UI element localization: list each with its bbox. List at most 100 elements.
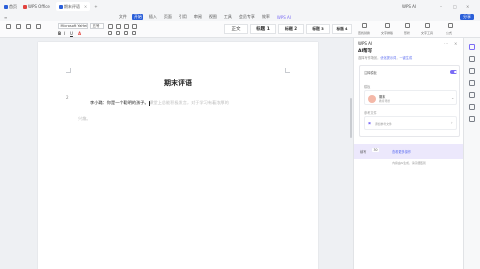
panel-header: WPS AI bbox=[358, 41, 373, 46]
font-name-select[interactable]: Microsoft YaHei bbox=[58, 23, 88, 29]
document-area[interactable]: 期末评语 2 李小璐：你是一个聪明的孩子。课堂上总能积极发言，对于学习有着浓厚的… bbox=[0, 38, 353, 269]
shape-icon[interactable] bbox=[405, 23, 410, 28]
doc-icon bbox=[58, 4, 63, 9]
optimize-prompt-link[interactable]: 优化提示词 bbox=[380, 56, 396, 60]
menu-page[interactable]: 页面 bbox=[162, 14, 173, 20]
wps-ai-icon[interactable] bbox=[469, 44, 475, 50]
menu-wps-ai[interactable]: WPS AI bbox=[275, 14, 292, 20]
maximize-icon[interactable]: □ bbox=[453, 4, 457, 9]
align-left-icon[interactable] bbox=[108, 31, 112, 35]
home-button[interactable]: 首页 bbox=[4, 4, 17, 10]
chevron-down-icon[interactable]: ⌄ bbox=[451, 95, 454, 100]
style-heading-4[interactable]: 标题 4 bbox=[332, 24, 352, 34]
hamburger-icon[interactable]: ≡ bbox=[4, 15, 7, 20]
document-page[interactable]: 期末评语 2 李小璐：你是一个聪明的孩子。课堂上总能积极发言，对于学习有着浓厚的… bbox=[38, 42, 318, 269]
word-count-select[interactable]: 30 bbox=[372, 148, 380, 152]
document-paragraph[interactable]: 李小璐：你是一个聪明的孩子。课堂上总能积极发言，对于学习有着浓厚的 兴趣。 bbox=[78, 95, 290, 127]
more-actions-link[interactable]: 查看更多操作 bbox=[392, 149, 411, 154]
generate-link[interactable]: 一键生成 bbox=[399, 56, 412, 60]
close-window-icon[interactable]: × bbox=[466, 4, 469, 9]
written-text: 李小璐：你是一个聪明的孩子。 bbox=[90, 100, 149, 105]
align-right-icon[interactable] bbox=[124, 31, 128, 35]
formula-label[interactable]: 公式 bbox=[446, 31, 452, 35]
menu-member[interactable]: 会员专享 bbox=[237, 14, 256, 20]
tab-label: 期末评语 bbox=[63, 3, 80, 9]
menu-efficiency[interactable]: 效率 bbox=[260, 14, 271, 20]
ai-disclaimer: 内容由AI生成，请仔细甄别 bbox=[392, 161, 426, 165]
more-icon[interactable]: ⋯ bbox=[444, 41, 448, 46]
template-selector[interactable]: 期末 教育场景 ⌄ bbox=[364, 90, 457, 105]
panel-close-icon[interactable]: × bbox=[454, 41, 457, 46]
minimize-icon[interactable]: – bbox=[440, 4, 442, 9]
menu-reference[interactable]: 引用 bbox=[177, 14, 188, 20]
cut-icon[interactable] bbox=[26, 24, 31, 29]
share-sidebar-icon[interactable] bbox=[469, 104, 475, 110]
formula-icon[interactable] bbox=[448, 23, 453, 28]
right-sidebar bbox=[463, 38, 480, 269]
text-layout-label[interactable]: 文字排版 bbox=[381, 31, 393, 35]
shape-label[interactable]: 形状 bbox=[404, 31, 410, 35]
comment-icon[interactable] bbox=[469, 92, 475, 98]
menu-tools[interactable]: 工具 bbox=[222, 14, 233, 20]
find-replace-label[interactable]: 查找替换 bbox=[358, 31, 370, 35]
home-label: 首页 bbox=[9, 3, 17, 9]
menu-insert[interactable]: 插入 bbox=[147, 14, 158, 20]
menu-view[interactable]: 视图 bbox=[207, 14, 218, 20]
layout-icon[interactable] bbox=[469, 80, 475, 86]
template-toggle-label: 注释模板 bbox=[364, 71, 377, 75]
avatar bbox=[368, 94, 376, 103]
ai-form-card: 注释模板 模板 期末 教育场景 ⌄ 参考文件 ▣ 添加参考文件 › bbox=[359, 65, 460, 137]
bold-button[interactable]: B bbox=[58, 31, 61, 36]
menu-review[interactable]: 审阅 bbox=[192, 14, 203, 20]
scrollbar-thumb[interactable] bbox=[350, 98, 352, 138]
ai-suggestion-text: 课堂上总能积极发言，对于学习有着浓厚的 bbox=[149, 100, 229, 105]
style-icon[interactable] bbox=[469, 68, 475, 74]
menu-bar: ≡ 文件 开始 插入 页面 引用 审阅 视图 工具 会员专享 效率 WPS AI… bbox=[0, 13, 480, 21]
italic-button[interactable]: I bbox=[64, 31, 65, 36]
share-button[interactable]: 分享 bbox=[460, 14, 474, 20]
outdent-icon[interactable] bbox=[132, 24, 137, 29]
close-icon[interactable]: × bbox=[84, 4, 87, 9]
font-size-select[interactable]: 五号 bbox=[90, 23, 104, 29]
menu-file[interactable]: 文件 bbox=[117, 14, 128, 20]
bullet-list-icon[interactable] bbox=[108, 24, 113, 29]
template-toggle[interactable] bbox=[450, 70, 457, 74]
align-center-icon[interactable] bbox=[116, 31, 120, 35]
find-replace-icon[interactable] bbox=[362, 23, 367, 28]
menu-home[interactable]: 开始 bbox=[132, 14, 144, 20]
paste-icon[interactable] bbox=[6, 24, 11, 29]
style-heading-2[interactable]: 标题 2 bbox=[278, 24, 304, 34]
panel-subtitle: 选择写作场景，优化提示词，一键生成 bbox=[358, 56, 413, 60]
chevron-right-icon[interactable]: › bbox=[451, 120, 453, 125]
ribbon-toolbar: Microsoft YaHei 五号 B I U A 正文 标题 1 标题 2 … bbox=[0, 21, 480, 38]
indent-icon[interactable] bbox=[124, 24, 129, 29]
format-painter-icon[interactable] bbox=[16, 24, 21, 29]
copy-icon[interactable] bbox=[36, 24, 41, 29]
font-color-button[interactable]: A bbox=[78, 31, 81, 36]
style-normal[interactable]: 正文 bbox=[224, 24, 248, 34]
reference-label: 参考文件 bbox=[364, 111, 377, 115]
reference-file-box[interactable]: ▣ 添加参考文件 › bbox=[364, 116, 457, 130]
text-tools-icon[interactable] bbox=[425, 23, 430, 28]
document-title[interactable]: 期末评语 bbox=[38, 78, 318, 88]
justify-icon[interactable] bbox=[132, 31, 136, 35]
style-heading-1[interactable]: 标题 1 bbox=[250, 24, 276, 34]
style-heading-3[interactable]: 标题 3 bbox=[306, 24, 330, 34]
tab-document[interactable]: 期末评语 × bbox=[55, 2, 91, 11]
settings-icon[interactable] bbox=[469, 116, 475, 122]
text-layout-icon[interactable] bbox=[385, 23, 390, 28]
template-label: 模板 bbox=[364, 85, 371, 89]
wps-ai-label[interactable]: WPS AI bbox=[402, 4, 416, 9]
underline-button[interactable]: U bbox=[70, 31, 73, 36]
new-tab-icon[interactable]: + bbox=[94, 4, 97, 9]
template-desc: 教育场景 bbox=[379, 99, 391, 103]
ai-suggestion-text-continued: 兴趣。 bbox=[78, 116, 91, 121]
numbered-list-icon[interactable] bbox=[116, 24, 121, 29]
text-tools-label[interactable]: 文字工具 bbox=[421, 31, 433, 35]
wps-ai-panel: WPS AI ⋯ × AI帮写 选择写作场景，优化提示词，一键生成 注释模板 模… bbox=[353, 38, 464, 269]
attach-icon: ▣ bbox=[368, 121, 372, 125]
home-icon bbox=[4, 4, 8, 9]
tab-wps-office[interactable]: WPS Office bbox=[20, 2, 53, 11]
edit-icon[interactable] bbox=[469, 56, 475, 62]
paragraph-number: 2 bbox=[66, 95, 69, 100]
